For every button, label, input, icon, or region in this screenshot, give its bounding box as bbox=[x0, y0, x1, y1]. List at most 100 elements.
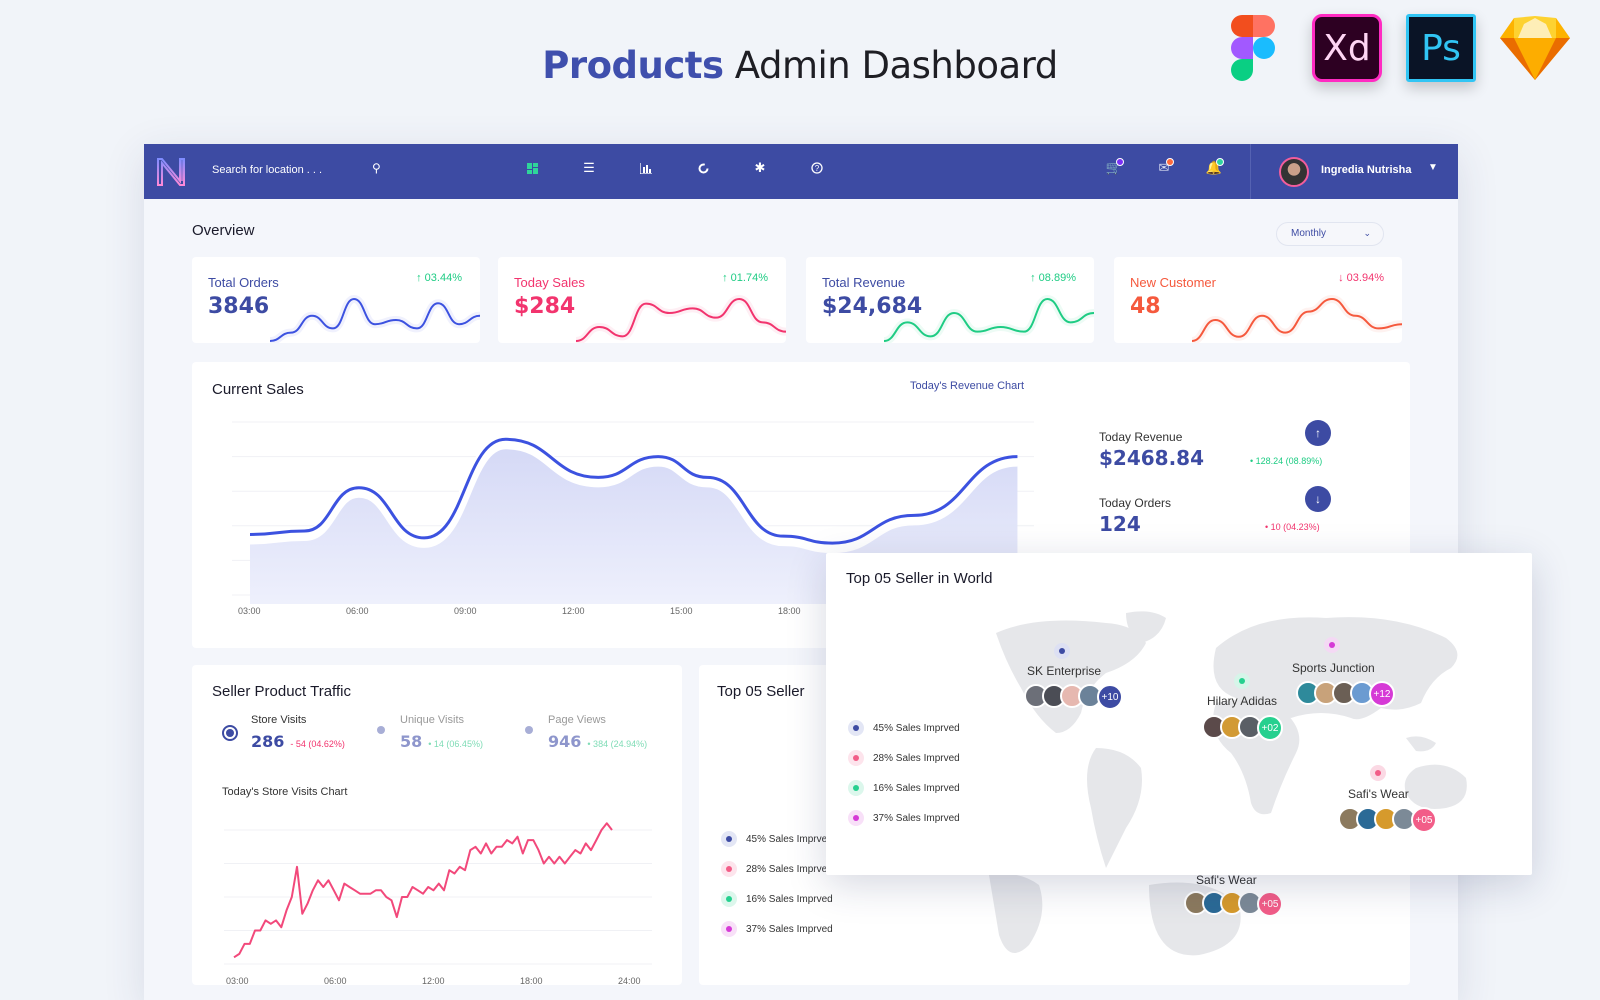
stat-value: $284 bbox=[514, 294, 576, 319]
cart-icon[interactable]: 🛒 bbox=[1104, 158, 1124, 178]
user-avatar[interactable] bbox=[1279, 157, 1309, 187]
mail-icon[interactable]: ✉ bbox=[1154, 158, 1174, 178]
xd-logo: Xd bbox=[1312, 14, 1382, 82]
stat-label: New Customer bbox=[1130, 275, 1216, 290]
period-select[interactable]: Monthly ⌄ bbox=[1276, 222, 1384, 246]
search-input[interactable]: Search for location . . . bbox=[212, 164, 322, 176]
metric-label: Store Visits bbox=[251, 714, 307, 726]
metric-change: • 384 (24.94%) bbox=[587, 739, 648, 749]
legend-item: 16% Sales Imprved bbox=[721, 891, 833, 907]
x-tick-label: 12:00 bbox=[562, 606, 585, 616]
sparkline-glow bbox=[576, 294, 786, 343]
stat-change: ↑ 03.44% bbox=[416, 272, 462, 284]
arrow-down-icon[interactable]: ↓ bbox=[1305, 486, 1331, 512]
sparkline bbox=[1192, 294, 1402, 343]
legend-item: 28% Sales Imprved bbox=[721, 861, 833, 877]
stat-card[interactable]: New Customer 48 ↓ 03.94% bbox=[1114, 257, 1402, 343]
metric-label: Page Views bbox=[548, 714, 606, 726]
search-icon[interactable]: ⚲ bbox=[372, 161, 381, 175]
sparkline-glow bbox=[270, 294, 480, 343]
more-avatars-badge[interactable]: +12 bbox=[1369, 681, 1395, 707]
stat-card[interactable]: Total Revenue $24,684 ↑ 08.89% bbox=[806, 257, 1094, 343]
today-revenue-value: $2468.84 bbox=[1099, 446, 1205, 470]
refresh-icon[interactable] bbox=[693, 158, 713, 178]
arrow-up-icon[interactable]: ↑ bbox=[1305, 420, 1331, 446]
metric-value: 58 bbox=[400, 732, 423, 751]
legend-dot-icon bbox=[848, 780, 864, 796]
stat-change: ↓ 03.94% bbox=[1338, 272, 1384, 284]
seller-traffic-panel: Seller Product Traffic Store Visits 286-… bbox=[192, 665, 682, 986]
x-tick-label: 15:00 bbox=[670, 606, 693, 616]
legend-label: 16% Sales Imprved bbox=[746, 893, 833, 905]
metric-value: 286 bbox=[251, 732, 285, 751]
navbar-divider bbox=[1250, 144, 1251, 199]
legend-dot-icon bbox=[721, 831, 737, 847]
traffic-metric[interactable]: Store Visits 286 - 54 (04.62%) bbox=[222, 714, 345, 752]
bell-badge bbox=[1216, 158, 1224, 166]
x-tick-label: 06:00 bbox=[346, 606, 369, 616]
today-revenue-label: Today Revenue bbox=[1099, 430, 1183, 444]
x-tick-label: 03:00 bbox=[238, 606, 261, 616]
stat-card[interactable]: Today Sales $284 ↑ 01.74% bbox=[498, 257, 786, 343]
chevron-down-icon[interactable]: ▼ bbox=[1428, 162, 1438, 173]
list-icon[interactable]: ☰ bbox=[579, 158, 599, 178]
seller-avatars: +02 bbox=[1202, 715, 1283, 741]
legend-item: 28% Sales Imprved bbox=[848, 750, 960, 766]
overview-title: Overview bbox=[192, 222, 255, 239]
legend-dot-icon bbox=[848, 720, 864, 736]
stat-card[interactable]: Total Orders 3846 ↑ 03.44% bbox=[192, 257, 480, 343]
world-map-bg bbox=[989, 873, 1241, 956]
more-avatars-badge[interactable]: +05 bbox=[1411, 807, 1437, 833]
legend-dot-icon bbox=[721, 861, 737, 877]
seller-pin-sk-enterprise[interactable] bbox=[1054, 643, 1070, 659]
radio-icon[interactable] bbox=[525, 726, 533, 734]
seller-avatars: +10 bbox=[1024, 684, 1123, 710]
traffic-metric[interactable]: Page Views 946 • 384 (24.94%) bbox=[525, 714, 647, 752]
title-rest: Admin Dashboard bbox=[723, 44, 1058, 87]
sparkline bbox=[270, 294, 480, 343]
legend-dot-icon bbox=[721, 921, 737, 937]
bar-chart-icon[interactable] bbox=[636, 158, 656, 178]
legend-item: 45% Sales Imprved bbox=[721, 831, 833, 847]
dashboard-icon[interactable] bbox=[522, 158, 542, 178]
seller-pin-sports-junction[interactable] bbox=[1324, 637, 1340, 653]
seller-name: SK Enterprise bbox=[1027, 664, 1102, 678]
stat-value: 3846 bbox=[208, 294, 270, 319]
legend-label: 45% Sales Imprved bbox=[873, 722, 960, 734]
notification-icons: 🛒 ✉ 🔔 bbox=[1104, 158, 1224, 178]
stat-label: Total Revenue bbox=[822, 275, 906, 290]
more-avatars-badge[interactable]: +05 bbox=[1257, 891, 1283, 917]
sparkline bbox=[884, 294, 1094, 343]
photoshop-logo: Ps bbox=[1406, 14, 1476, 82]
seller-pin-hilary-adidas[interactable] bbox=[1234, 673, 1250, 689]
user-name[interactable]: Ingredia Nutrisha bbox=[1321, 164, 1411, 176]
settings-icon[interactable]: ✱ bbox=[750, 158, 770, 178]
legend-item: 37% Sales Imprved bbox=[848, 810, 960, 826]
mail-badge bbox=[1166, 158, 1174, 166]
legend-item: 45% Sales Imprved bbox=[848, 720, 960, 736]
title-accent: Products bbox=[542, 44, 724, 87]
metric-change: • 14 (06.45%) bbox=[428, 739, 483, 749]
legend-label: 16% Sales Imprved bbox=[873, 782, 960, 794]
brand-logo[interactable] bbox=[156, 157, 188, 192]
seller-pin-safis-wear[interactable] bbox=[1370, 765, 1386, 781]
sparkline-glow bbox=[884, 294, 1094, 343]
radio-selected-icon[interactable] bbox=[222, 725, 238, 741]
x-tick-label: 06:00 bbox=[324, 976, 347, 986]
sparkline-glow bbox=[1192, 294, 1402, 343]
visits-line bbox=[233, 822, 613, 959]
more-avatars-badge[interactable]: +02 bbox=[1257, 715, 1283, 741]
bg-seller-name: Safi's Wear bbox=[1196, 873, 1257, 887]
help-icon[interactable]: ? bbox=[807, 158, 827, 178]
bell-icon[interactable]: 🔔 bbox=[1204, 158, 1224, 178]
x-tick-label: 18:00 bbox=[778, 606, 801, 616]
legend-label: 28% Sales Imprved bbox=[873, 752, 960, 764]
radio-icon[interactable] bbox=[377, 726, 385, 734]
legend-label: 37% Sales Imprved bbox=[746, 923, 833, 935]
traffic-metric[interactable]: Unique Visits 58 • 14 (06.45%) bbox=[377, 714, 483, 752]
nav-icons: ☰ ✱ ? bbox=[522, 158, 827, 178]
period-select-value: Monthly bbox=[1291, 228, 1327, 239]
more-avatars-badge[interactable]: +10 bbox=[1097, 684, 1123, 710]
stat-change: ↑ 08.89% bbox=[1030, 272, 1076, 284]
revenue-chart-link[interactable]: Today's Revenue Chart bbox=[910, 380, 1024, 392]
